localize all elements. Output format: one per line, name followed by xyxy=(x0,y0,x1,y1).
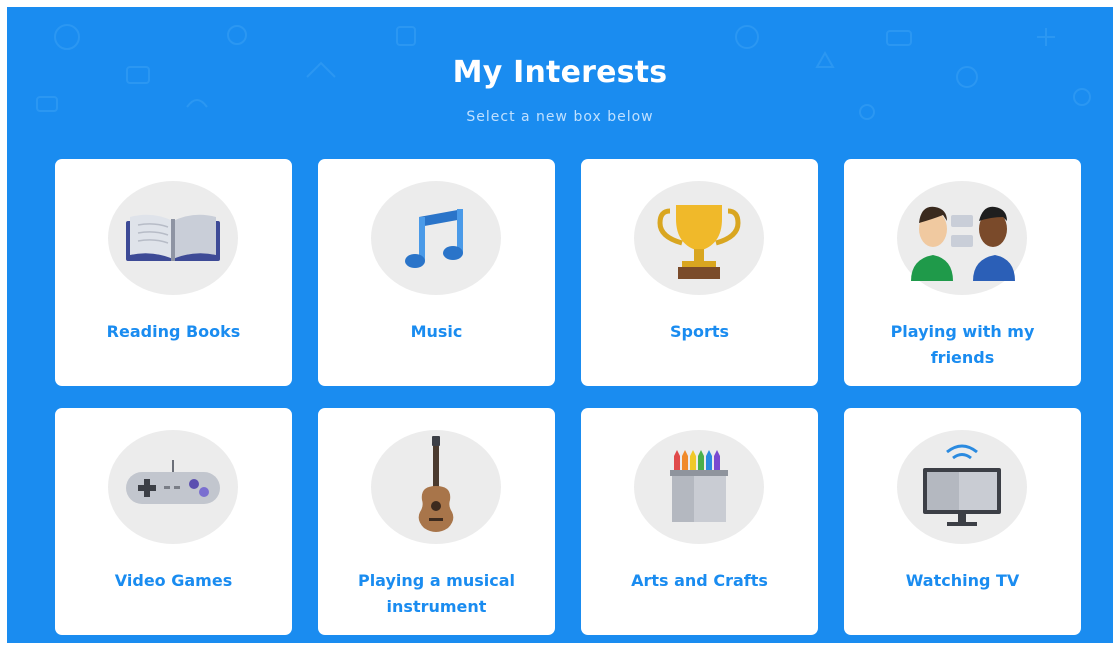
crayons-icon xyxy=(670,450,728,522)
interest-card-arts-and-crafts[interactable]: Arts and Crafts xyxy=(581,408,818,635)
gamepad-icon xyxy=(126,460,220,504)
page-title: My Interests xyxy=(452,55,668,90)
book-icon xyxy=(126,214,220,261)
icon-circle xyxy=(634,430,764,544)
icon-circle xyxy=(897,181,1027,295)
header: My Interests Select a new box below xyxy=(7,53,1113,125)
trophy-icon xyxy=(657,205,741,279)
interest-label: Arts and Crafts xyxy=(631,571,768,590)
interest-card-sports[interactable]: Sports xyxy=(581,159,818,386)
interest-card-playing-with-friends[interactable]: Playing with my friends xyxy=(844,159,1081,386)
interests-screen: My Interests Select a new box below Read… xyxy=(7,7,1113,643)
friends-icon xyxy=(911,206,1015,281)
icon-circle xyxy=(634,181,764,295)
interest-label: Playing with my friends xyxy=(890,322,1035,367)
interest-label: Video Games xyxy=(114,571,233,590)
interests-grid: Reading Books Music Sports Playing with … xyxy=(55,159,1081,635)
interest-label: Playing a musical instrument xyxy=(357,571,516,616)
icon-circle xyxy=(371,181,501,295)
interest-card-video-games[interactable]: Video Games xyxy=(55,408,292,635)
interest-card-music[interactable]: Music xyxy=(318,159,555,386)
page-subtitle: Select a new box below xyxy=(466,109,654,125)
interest-card-playing-instrument[interactable]: Playing a musical instrument xyxy=(318,408,555,635)
icon-circle xyxy=(371,430,501,544)
interest-label: Reading Books xyxy=(106,322,241,341)
guitar-icon xyxy=(418,436,454,532)
interest-label: Music xyxy=(410,322,463,341)
interest-card-reading-books[interactable]: Reading Books xyxy=(55,159,292,386)
icon-circle xyxy=(108,430,238,544)
music-note-icon xyxy=(405,209,463,268)
tv-icon xyxy=(923,444,1001,526)
icon-circle xyxy=(897,430,1027,544)
interest-label: Watching TV xyxy=(905,571,1020,590)
interest-label: Sports xyxy=(669,322,730,341)
interest-card-watching-tv[interactable]: Watching TV xyxy=(844,408,1081,635)
icon-circle xyxy=(108,181,238,295)
